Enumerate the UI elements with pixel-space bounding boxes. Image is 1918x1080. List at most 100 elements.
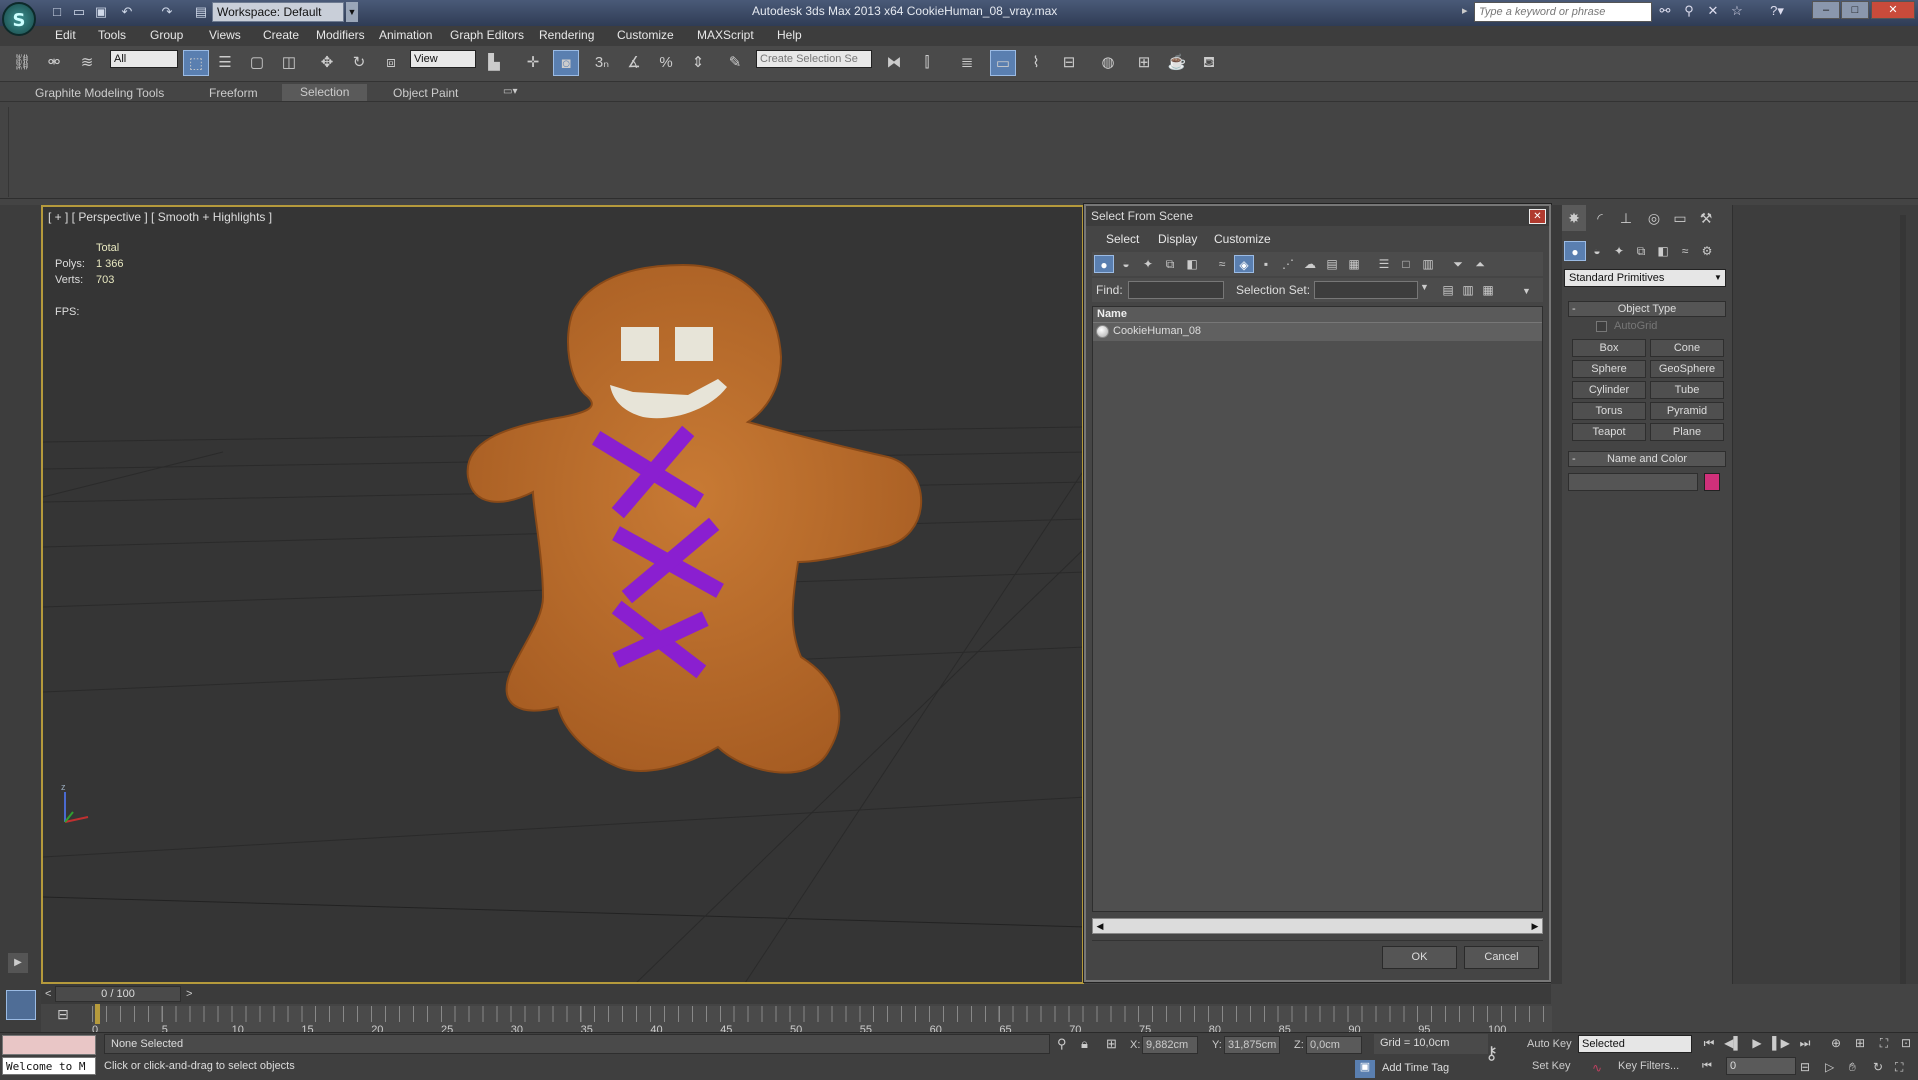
menu-group[interactable]: Group bbox=[150, 28, 183, 42]
hierarchy-tab-icon[interactable]: ⊥ bbox=[1614, 205, 1638, 231]
bind-space-warp-icon[interactable]: ≋ bbox=[74, 50, 100, 76]
chevron-down-icon[interactable]: ▼ bbox=[1712, 271, 1724, 285]
box-button[interactable]: Box bbox=[1572, 339, 1646, 357]
geosphere-button[interactable]: GeoSphere bbox=[1650, 360, 1724, 378]
modify-tab-icon[interactable]: ◜ bbox=[1588, 205, 1612, 231]
chevron-down-icon[interactable]: ▼ bbox=[346, 2, 358, 22]
time-configuration-icon[interactable]: ⊟ bbox=[1800, 1060, 1810, 1074]
select-by-name-icon[interactable]: ☰ bbox=[212, 50, 238, 76]
tube-button[interactable]: Tube bbox=[1650, 381, 1724, 399]
maximize-viewport-icon[interactable]: ⛶ bbox=[1895, 1060, 1903, 1075]
rendered-frame-window-icon[interactable]: ☕ bbox=[1164, 50, 1190, 76]
zoom-all-icon[interactable]: ⊞ bbox=[1849, 1036, 1871, 1054]
systems-category-icon[interactable]: ⚙ bbox=[1696, 241, 1718, 261]
display-helpers-icon[interactable]: ◧ bbox=[1182, 255, 1202, 273]
scroll-right-icon[interactable]: ▶ bbox=[1528, 919, 1542, 933]
tab-freeform[interactable]: Freeform bbox=[209, 86, 258, 100]
set-key-button[interactable]: Set Key bbox=[1532, 1060, 1571, 1072]
render-production-icon[interactable]: ⛾ bbox=[1196, 50, 1222, 76]
list-item[interactable]: CookieHuman_08 bbox=[1093, 323, 1542, 341]
display-cameras-icon[interactable]: ⧉ bbox=[1160, 255, 1180, 273]
object-name-input[interactable] bbox=[1568, 473, 1698, 491]
z-coordinate-field[interactable]: 0,0cm bbox=[1306, 1036, 1362, 1054]
scale-icon[interactable]: ⧈ bbox=[378, 50, 404, 76]
selection-set-edit-icon[interactable]: ▥ bbox=[1458, 281, 1478, 299]
create-tab-icon[interactable]: ✸ bbox=[1562, 205, 1586, 231]
geometry-category-icon[interactable]: ● bbox=[1564, 241, 1586, 261]
reference-coordinate-dropdown[interactable]: View bbox=[410, 50, 476, 68]
menu-graph-editors[interactable]: Graph Editors bbox=[450, 28, 524, 42]
expand-options-icon[interactable]: ▼ bbox=[1522, 286, 1531, 296]
object-type-rollout[interactable]: - Object Type bbox=[1568, 301, 1726, 317]
snaps-toggle-icon[interactable]: 3ₙ bbox=[589, 50, 615, 76]
teapot-button[interactable]: Teapot bbox=[1572, 423, 1646, 441]
display-tab-icon[interactable]: ▭ bbox=[1668, 205, 1692, 231]
set-key-icon[interactable]: ⚷ bbox=[1485, 1043, 1498, 1064]
default-in-out-tangent-icon[interactable]: ∿ bbox=[1592, 1061, 1602, 1075]
tab-graphite-modeling-tools[interactable]: Graphite Modeling Tools bbox=[35, 86, 164, 100]
go-to-start-icon[interactable]: ⏮ bbox=[1698, 1036, 1720, 1054]
lights-category-icon[interactable]: ✦ bbox=[1608, 241, 1630, 261]
shapes-category-icon[interactable]: ◒ bbox=[1586, 241, 1608, 261]
time-slider-track[interactable] bbox=[41, 984, 1551, 1004]
pyramid-button[interactable]: Pyramid bbox=[1650, 402, 1724, 420]
display-hidden-icon[interactable]: ▦ bbox=[1344, 255, 1364, 273]
x-coordinate-field[interactable]: 9,882cm bbox=[1142, 1036, 1198, 1054]
menu-maxscript[interactable]: MAXScript bbox=[697, 28, 754, 42]
torus-button[interactable]: Torus bbox=[1572, 402, 1646, 420]
spinner-snap-icon[interactable]: ⇕ bbox=[685, 50, 711, 76]
selection-set-add-icon[interactable]: ▤ bbox=[1438, 281, 1458, 299]
key-mode-dropdown[interactable]: Selected bbox=[1578, 1035, 1692, 1053]
display-space-warps-icon[interactable]: ≈ bbox=[1212, 255, 1232, 273]
display-frozen-icon[interactable]: ▤ bbox=[1322, 255, 1342, 273]
minimize-button[interactable]: – bbox=[1812, 1, 1840, 19]
dialog-close-button[interactable]: ✕ bbox=[1529, 209, 1546, 224]
curve-editor-icon[interactable]: ⌇ bbox=[1023, 50, 1049, 76]
menu-edit[interactable]: Edit bbox=[55, 28, 76, 42]
zoom-extents-all-icon[interactable]: ⊡ bbox=[1895, 1036, 1917, 1054]
select-manipulate-icon[interactable]: ✛ bbox=[520, 50, 546, 76]
cookie-human-model[interactable] bbox=[466, 263, 923, 774]
maximize-button[interactable]: □ bbox=[1841, 1, 1869, 19]
space-warps-category-icon[interactable]: ≈ bbox=[1674, 241, 1696, 261]
scroll-left-icon[interactable]: ◀ bbox=[1093, 919, 1107, 933]
open-file-icon[interactable]: ▭ bbox=[70, 3, 88, 21]
menu-tools[interactable]: Tools bbox=[98, 28, 126, 42]
time-slider-next-icon[interactable]: > bbox=[186, 988, 192, 1000]
communication-icon[interactable]: ✕ bbox=[1703, 3, 1723, 21]
new-file-icon[interactable]: □ bbox=[48, 3, 66, 21]
help-icon[interactable]: ?▾ bbox=[1760, 3, 1794, 21]
graphite-ribbon-toggle-icon[interactable]: ▭ bbox=[990, 50, 1016, 76]
ok-button[interactable]: OK bbox=[1382, 946, 1457, 969]
key-filters-button[interactable]: Key Filters... bbox=[1618, 1060, 1679, 1072]
ribbon-options-icon[interactable]: ▭▾ bbox=[503, 86, 517, 97]
geometry-category-dropdown[interactable]: Standard Primitives bbox=[1564, 269, 1726, 287]
absolute-offset-toggle-icon[interactable]: ⊞ bbox=[1106, 1036, 1117, 1052]
unlink-icon[interactable]: ⚮ bbox=[41, 50, 67, 76]
display-invert-icon[interactable]: ▥ bbox=[1418, 255, 1438, 273]
selection-filter-dropdown[interactable]: All bbox=[110, 50, 178, 68]
column-header-name[interactable]: Name bbox=[1093, 307, 1542, 323]
binoculars-icon[interactable]: ⚯ bbox=[1655, 3, 1675, 21]
material-editor-icon[interactable]: ◍ bbox=[1095, 50, 1121, 76]
rollout-collapse-icon[interactable]: - bbox=[1572, 452, 1576, 466]
panel-scrollbar[interactable] bbox=[1900, 215, 1906, 995]
time-slider-thumb[interactable]: 0 / 100 bbox=[55, 986, 181, 1002]
undo-icon[interactable]: ↶ bbox=[118, 3, 136, 21]
display-geometry-icon[interactable]: ● bbox=[1094, 255, 1114, 273]
find-input[interactable] bbox=[1128, 281, 1224, 299]
horizontal-scrollbar[interactable]: ◀ ▶ bbox=[1092, 918, 1543, 934]
maxscript-mini-listener[interactable] bbox=[2, 1035, 96, 1055]
display-none-icon[interactable]: □ bbox=[1396, 255, 1416, 273]
display-bones-icon[interactable]: ⋰ bbox=[1278, 255, 1298, 273]
workspace-dropdown[interactable]: Workspace: Default bbox=[212, 2, 344, 22]
plane-button[interactable]: Plane bbox=[1650, 423, 1724, 441]
object-color-swatch[interactable] bbox=[1704, 473, 1720, 491]
favorites-star-icon[interactable]: ☆ bbox=[1727, 3, 1747, 21]
close-window-button[interactable]: ✕ bbox=[1871, 1, 1915, 19]
redo-icon[interactable]: ↷ bbox=[158, 3, 176, 21]
link-icon[interactable]: ⛓ bbox=[9, 50, 35, 76]
play-icon[interactable]: ▶ bbox=[1746, 1036, 1768, 1054]
time-slider-prev-icon[interactable]: < bbox=[45, 988, 51, 1000]
rectangular-selection-icon[interactable]: ▢ bbox=[244, 50, 270, 76]
